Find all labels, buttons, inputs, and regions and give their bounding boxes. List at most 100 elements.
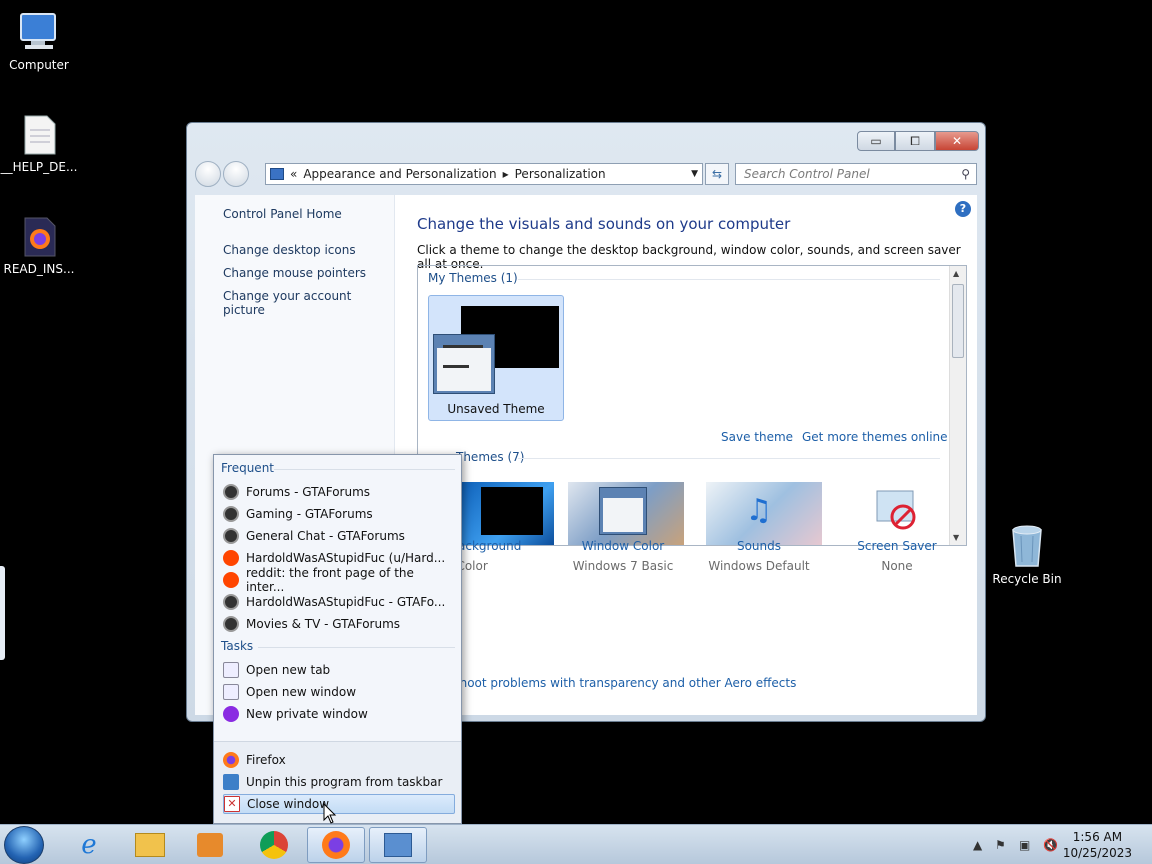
help-icon[interactable]: ?	[955, 201, 971, 217]
desktop-icon-read-file[interactable]: READ_INS...	[0, 216, 78, 276]
chrome-icon	[260, 831, 288, 859]
jump-item-firefox[interactable]: Firefox	[223, 750, 455, 770]
my-themes-header: My Themes (1)	[428, 271, 518, 285]
theme-tile-unsaved[interactable]: Unsaved Theme	[428, 295, 564, 421]
computer-icon	[17, 10, 61, 54]
sounds-label: Sounds	[736, 539, 782, 553]
desktop-icon-label: __HELP_DE...	[0, 160, 78, 174]
volume-icon[interactable]: 🔇	[1043, 838, 1058, 852]
control-panel-icon	[270, 168, 284, 180]
jump-item-label: Gaming - GTAForums	[246, 507, 373, 521]
sounds-setting[interactable]: ♫ Sounds Windows Default	[689, 487, 829, 573]
firefox-icon	[322, 831, 350, 859]
network-icon[interactable]: ▣	[1019, 838, 1030, 852]
jump-item-label: reddit: the front page of the inter...	[246, 566, 414, 594]
firefox-icon	[223, 752, 239, 768]
window-color-value: Windows 7 Basic	[572, 559, 674, 573]
search-icon[interactable]: ⚲	[961, 164, 970, 184]
action-center-icon[interactable]: ⚑	[995, 838, 1006, 852]
jump-item-label: HardoldWasAStupidFuc (u/Hard...	[246, 551, 446, 565]
jump-item-label: Unpin this program from taskbar	[246, 775, 443, 789]
private-browsing-icon	[223, 706, 239, 722]
jump-item-frequent[interactable]: Gaming - GTAForums	[223, 504, 455, 524]
taskbar-media-player[interactable]	[181, 827, 239, 863]
breadcrumb-appearance[interactable]: Appearance and Personalization	[303, 167, 496, 181]
reddit-icon	[223, 572, 239, 588]
jump-item-frequent[interactable]: Forums - GTAForums	[223, 482, 455, 502]
taskbar-control-panel[interactable]	[369, 827, 427, 863]
task-new-private-window[interactable]: New private window	[223, 704, 455, 724]
reddit-icon	[223, 550, 239, 566]
jump-item-frequent[interactable]: Movies & TV - GTAForums	[223, 614, 455, 634]
jump-item-frequent[interactable]: HardoldWasAStupidFuc - GTAFo...	[223, 592, 455, 612]
taskbar-firefox[interactable]	[307, 827, 365, 863]
forward-button[interactable]	[223, 161, 249, 187]
jump-item-label: Firefox	[246, 753, 286, 767]
jump-item-frequent[interactable]: reddit: the front page of the inter...	[223, 566, 455, 594]
scroll-up-icon[interactable]: ▲	[953, 269, 959, 278]
divider	[274, 469, 455, 470]
caption-buttons: ▭ ⧠ ✕	[857, 131, 979, 151]
desktop-icon-computer[interactable]: Computer	[0, 10, 78, 72]
screen-saver-label: Screen Saver	[857, 539, 937, 553]
clock-time: 1:56 AM	[1072, 830, 1123, 844]
taskbar: e ▲ ⚑ ▣ 🔇 1:56 AM 10/25/2023	[0, 824, 1152, 864]
show-hidden-icons[interactable]: ▲	[973, 838, 982, 852]
address-bar[interactable]: « Appearance and Personalization ▸ Perso…	[265, 163, 703, 185]
breadcrumb-separator-icon: ▸	[502, 167, 509, 181]
task-open-new-window[interactable]: Open new window	[223, 682, 455, 702]
jump-item-close-window[interactable]: ✕ Close window	[223, 794, 455, 814]
back-button[interactable]	[195, 161, 221, 187]
unpin-icon	[223, 774, 239, 790]
jump-item-unpin[interactable]: Unpin this program from taskbar	[223, 772, 455, 792]
theme-tile-label: Unsaved Theme	[447, 402, 545, 416]
link-change-mouse-pointers[interactable]: Change mouse pointers	[223, 266, 366, 280]
save-theme-link[interactable]: Save theme	[721, 430, 793, 444]
control-panel-icon	[384, 833, 412, 857]
desktop-icon-recycle-bin[interactable]: Recycle Bin	[988, 522, 1066, 586]
navigation-bar: « Appearance and Personalization ▸ Perso…	[195, 161, 977, 187]
link-change-desktop-icons[interactable]: Change desktop icons	[223, 243, 356, 257]
screen-saver-value: None	[881, 559, 913, 573]
scroll-thumb[interactable]	[952, 284, 964, 358]
screen-saver-setting[interactable]: Screen Saver None	[827, 487, 967, 573]
desktop-icon-label: Recycle Bin	[992, 572, 1062, 586]
taskbar-chrome[interactable]	[245, 827, 303, 863]
address-chevron[interactable]: «	[290, 167, 297, 181]
taskbar-explorer[interactable]	[121, 827, 179, 863]
link-control-panel-home[interactable]: Control Panel Home	[223, 207, 342, 221]
breadcrumb-personalization[interactable]: Personalization	[515, 167, 606, 181]
start-button[interactable]	[4, 826, 44, 864]
minimize-button[interactable]: ▭	[857, 131, 895, 151]
task-label: New private window	[246, 707, 368, 721]
new-tab-icon	[223, 662, 239, 678]
taskbar-internet-explorer[interactable]: e	[60, 827, 118, 863]
gtaforums-icon	[223, 528, 239, 544]
window-color-label: Window Color	[581, 539, 665, 553]
desktop-icon-label: Computer	[9, 58, 69, 72]
address-dropdown-icon[interactable]: ▼	[691, 169, 698, 179]
window-color-setting[interactable]: Window Color Windows 7 Basic	[553, 487, 693, 573]
page-title: Change the visuals and sounds on your co…	[417, 215, 791, 233]
desktop-side-widget	[0, 566, 5, 660]
new-window-icon	[223, 684, 239, 700]
close-button[interactable]: ✕	[935, 131, 979, 151]
jump-item-frequent[interactable]: HardoldWasAStupidFuc (u/Hard...	[223, 548, 455, 568]
task-open-new-tab[interactable]: Open new tab	[223, 660, 455, 680]
tasks-header: Tasks	[221, 639, 254, 653]
desktop-icon-help-file[interactable]: __HELP_DE...	[0, 114, 78, 174]
link-change-account-picture[interactable]: Change your account picture	[223, 289, 394, 317]
jump-item-label: Forums - GTAForums	[246, 485, 371, 499]
frequent-header: Frequent	[221, 461, 274, 475]
search-input[interactable]: Search Control Panel ⚲	[735, 163, 977, 185]
refresh-button[interactable]: ⇆	[705, 163, 729, 185]
get-more-themes-link[interactable]: Get more themes online	[802, 430, 948, 444]
system-clock[interactable]: 1:56 AM 10/25/2023	[1063, 829, 1132, 861]
gtaforums-icon	[223, 594, 239, 610]
aero-themes-header: Themes (7)	[456, 450, 525, 464]
jump-item-label: Movies & TV - GTAForums	[246, 617, 401, 631]
troubleshoot-link[interactable]: bleshoot problems with transparency and …	[435, 676, 796, 690]
jump-item-frequent[interactable]: General Chat - GTAForums	[223, 526, 455, 546]
gtaforums-icon	[223, 506, 239, 522]
maximize-button[interactable]: ⧠	[895, 131, 935, 151]
